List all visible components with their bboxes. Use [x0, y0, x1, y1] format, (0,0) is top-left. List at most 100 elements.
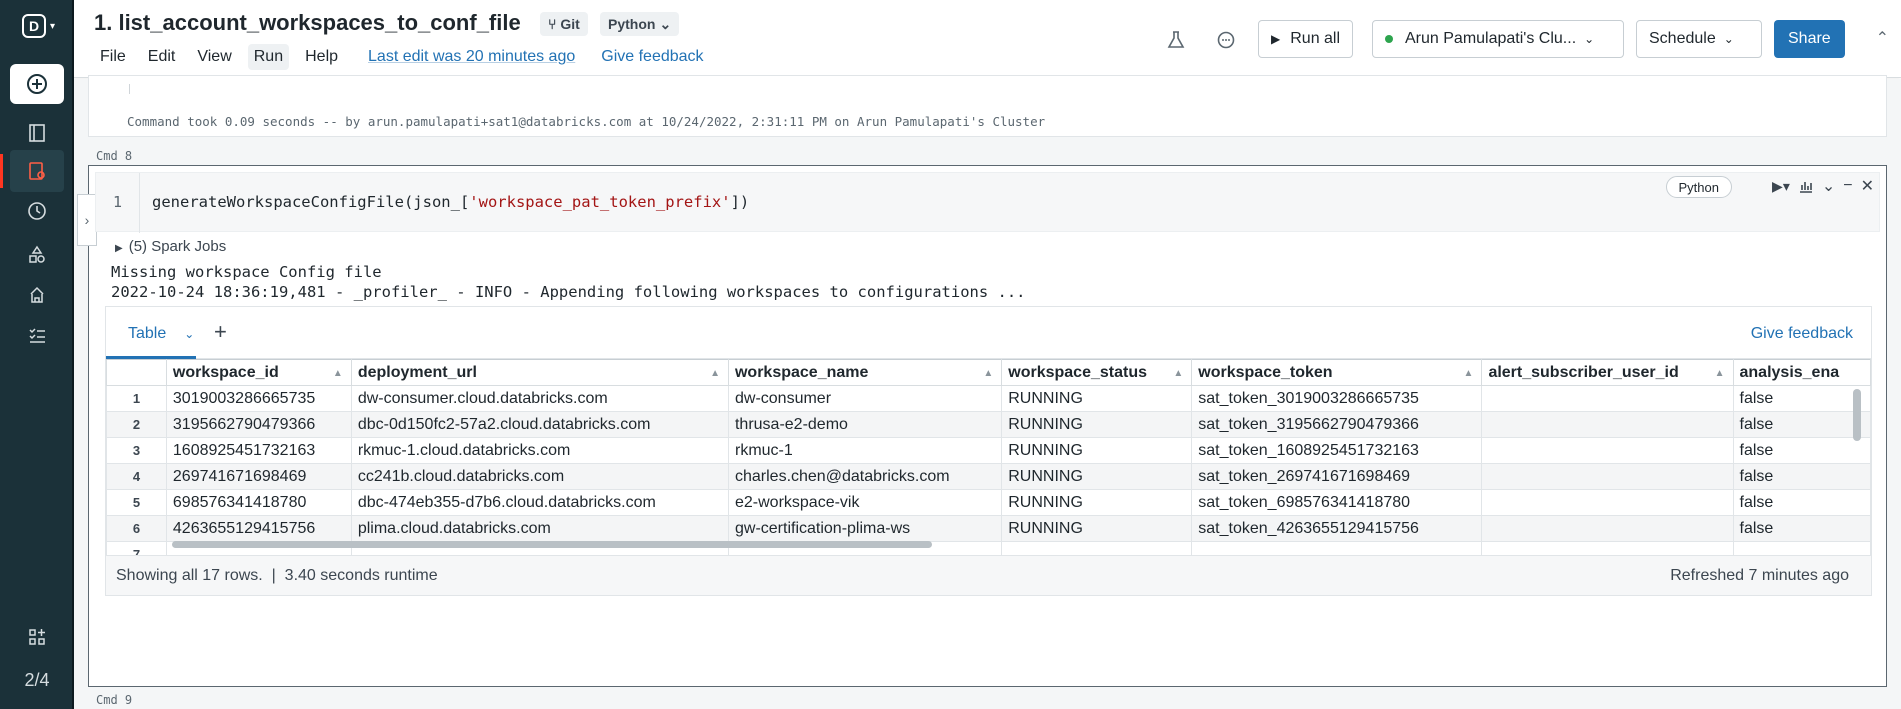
spark-jobs-toggle[interactable]: ▶ (5) Spark Jobs: [115, 238, 226, 255]
table-cell[interactable]: gw-certification-plima-ws: [727, 515, 1003, 542]
close-icon[interactable]: ✕: [1861, 176, 1874, 196]
compute-nav-button[interactable]: [10, 274, 64, 316]
table-cell[interactable]: rkmuc-1: [727, 437, 1003, 464]
menu-help[interactable]: Help: [299, 44, 344, 70]
git-button[interactable]: ⑂ Git: [540, 12, 588, 36]
code-line[interactable]: generateWorkspaceConfigFile(json_['works…: [152, 193, 749, 211]
horizontal-scrollbar[interactable]: [172, 541, 932, 548]
data-grid[interactable]: workspace_id ▲ deployment_url ▲ workspace_…: [106, 359, 1871, 555]
column-header[interactable]: alert_subscriber_user_id ▲: [1481, 359, 1734, 386]
add-visualization-button[interactable]: +: [214, 319, 227, 345]
table-give-feedback-link[interactable]: Give feedback: [1751, 325, 1853, 343]
table-cell[interactable]: RUNNING: [1001, 489, 1193, 516]
column-header[interactable]: analysis_ena: [1732, 359, 1871, 386]
sort-icon[interactable]: ▲: [1464, 368, 1474, 379]
table-cell[interactable]: [1191, 541, 1483, 555]
schedule-button[interactable]: Schedule ⌄: [1636, 20, 1762, 58]
table-cell[interactable]: RUNNING: [1001, 515, 1193, 542]
collapse-header-icon[interactable]: ⌃: [1876, 28, 1889, 48]
table-cell[interactable]: 1608925451732163: [165, 437, 352, 464]
table-cell[interactable]: sat_token_698576341418780: [1191, 489, 1483, 516]
repos-nav-button[interactable]: [0, 150, 64, 192]
table-cell[interactable]: [1481, 463, 1734, 490]
table-cell[interactable]: RUNNING: [1001, 411, 1193, 438]
table-cell[interactable]: false: [1732, 515, 1871, 542]
cluster-selector[interactable]: Arun Pamulapati's Clu... ⌄: [1372, 20, 1624, 58]
menu-edit[interactable]: Edit: [142, 44, 182, 70]
table-row[interactable]: 3 1608925451732163 rkmuc-1.cloud.databrick…: [106, 437, 1871, 464]
run-all-button[interactable]: ▶ Run all: [1258, 20, 1354, 58]
menu-run[interactable]: Run: [247, 44, 290, 70]
table-cell[interactable]: plima.cloud.databricks.com: [350, 515, 729, 542]
recents-nav-button[interactable]: [10, 190, 64, 232]
table-cell[interactable]: RUNNING: [1001, 463, 1193, 490]
sort-icon[interactable]: ▲: [333, 368, 343, 379]
table-cell[interactable]: [1001, 541, 1193, 555]
expand-cell-handle[interactable]: ›: [77, 194, 97, 246]
table-cell[interactable]: dw-consumer.cloud.databricks.com: [350, 385, 729, 412]
table-cell[interactable]: dbc-474eb355-d7b6.cloud.databricks.com: [350, 489, 729, 516]
table-cell[interactable]: 4263655129415756: [165, 515, 352, 542]
give-feedback-link[interactable]: Give feedback: [601, 48, 703, 66]
minimize-icon[interactable]: −: [1843, 177, 1852, 195]
table-cell[interactable]: [1481, 411, 1734, 438]
table-cell[interactable]: dbc-0d150fc2-57a2.cloud.databricks.com: [350, 411, 729, 438]
table-cell[interactable]: 269741671698469: [165, 463, 352, 490]
table-cell[interactable]: false: [1732, 489, 1871, 516]
language-selector[interactable]: Python ⌄: [600, 12, 680, 36]
menu-file[interactable]: File: [94, 44, 132, 70]
table-cell[interactable]: [1481, 385, 1734, 412]
experiment-button[interactable]: [1162, 26, 1190, 54]
table-cell[interactable]: 3195662790479366: [165, 411, 352, 438]
table-cell[interactable]: 3019003286665735: [165, 385, 352, 412]
column-header[interactable]: workspace_token ▲: [1191, 359, 1483, 386]
table-cell[interactable]: cc241b.cloud.databricks.com: [350, 463, 729, 490]
table-cell[interactable]: RUNNING: [1001, 385, 1193, 412]
table-cell[interactable]: [1481, 541, 1734, 555]
table-row[interactable]: 6 4263655129415756 plima.cloud.databricks.…: [106, 515, 1871, 542]
table-cell[interactable]: [1481, 515, 1734, 542]
table-cell[interactable]: false: [1732, 463, 1871, 490]
comments-button[interactable]: [1212, 26, 1240, 54]
new-button[interactable]: [10, 64, 64, 104]
table-cell[interactable]: sat_token_1608925451732163: [1191, 437, 1483, 464]
vertical-scrollbar[interactable]: [1853, 385, 1861, 545]
table-cell[interactable]: false: [1732, 411, 1871, 438]
sort-icon[interactable]: ▲: [983, 368, 993, 379]
column-header[interactable]: deployment_url ▲: [350, 359, 729, 386]
notebook-title[interactable]: 1. list_account_workspaces_to_conf_file: [94, 10, 521, 36]
data-nav-button[interactable]: [10, 234, 64, 276]
table-cell[interactable]: sat_token_3195662790479366: [1191, 411, 1483, 438]
chart-icon[interactable]: [1798, 178, 1814, 194]
table-cell[interactable]: e2-workspace-vik: [727, 489, 1003, 516]
table-cell[interactable]: false: [1732, 437, 1871, 464]
table-cell[interactable]: [1481, 437, 1734, 464]
table-cell[interactable]: rkmuc-1.cloud.databricks.com: [350, 437, 729, 464]
column-header[interactable]: workspace_id ▲: [165, 359, 352, 386]
code-editor[interactable]: 1 generateWorkspaceConfigFile(json_['wor…: [95, 172, 1880, 233]
table-cell[interactable]: dw-consumer: [727, 385, 1003, 412]
workspace-nav-button[interactable]: [10, 112, 64, 154]
table-cell[interactable]: [1732, 541, 1871, 555]
scroll-thumb[interactable]: [1853, 389, 1861, 441]
table-row[interactable]: 5 698576341418780 dbc-474eb355-d7b6.cloud.…: [106, 489, 1871, 516]
table-cell[interactable]: false: [1732, 385, 1871, 412]
share-button[interactable]: Share: [1774, 20, 1845, 58]
partner-connect-button[interactable]: [10, 616, 64, 658]
sort-icon[interactable]: ▲: [710, 368, 720, 379]
table-cell[interactable]: charles.chen@databricks.com: [727, 463, 1003, 490]
table-cell[interactable]: RUNNING: [1001, 437, 1193, 464]
table-cell[interactable]: thrusa-e2-demo: [727, 411, 1003, 438]
table-row[interactable]: 4 269741671698469 cc241b.cloud.databricks.…: [106, 463, 1871, 490]
table-cell[interactable]: sat_token_3019003286665735: [1191, 385, 1483, 412]
table-cell[interactable]: [1481, 489, 1734, 516]
table-row[interactable]: 2 3195662790479366 dbc-0d150fc2-57a2.cloud…: [106, 411, 1871, 438]
column-header[interactable]: workspace_name ▲: [727, 359, 1003, 386]
column-header[interactable]: workspace_status ▲: [1001, 359, 1193, 386]
cell-language-pill[interactable]: Python: [1665, 176, 1732, 198]
sort-icon[interactable]: ▲: [1173, 368, 1183, 379]
chevron-down-icon[interactable]: ⌄: [184, 327, 194, 341]
table-cell[interactable]: 698576341418780: [165, 489, 352, 516]
table-cell[interactable]: sat_token_4263655129415756: [1191, 515, 1483, 542]
menu-view[interactable]: View: [191, 44, 237, 70]
